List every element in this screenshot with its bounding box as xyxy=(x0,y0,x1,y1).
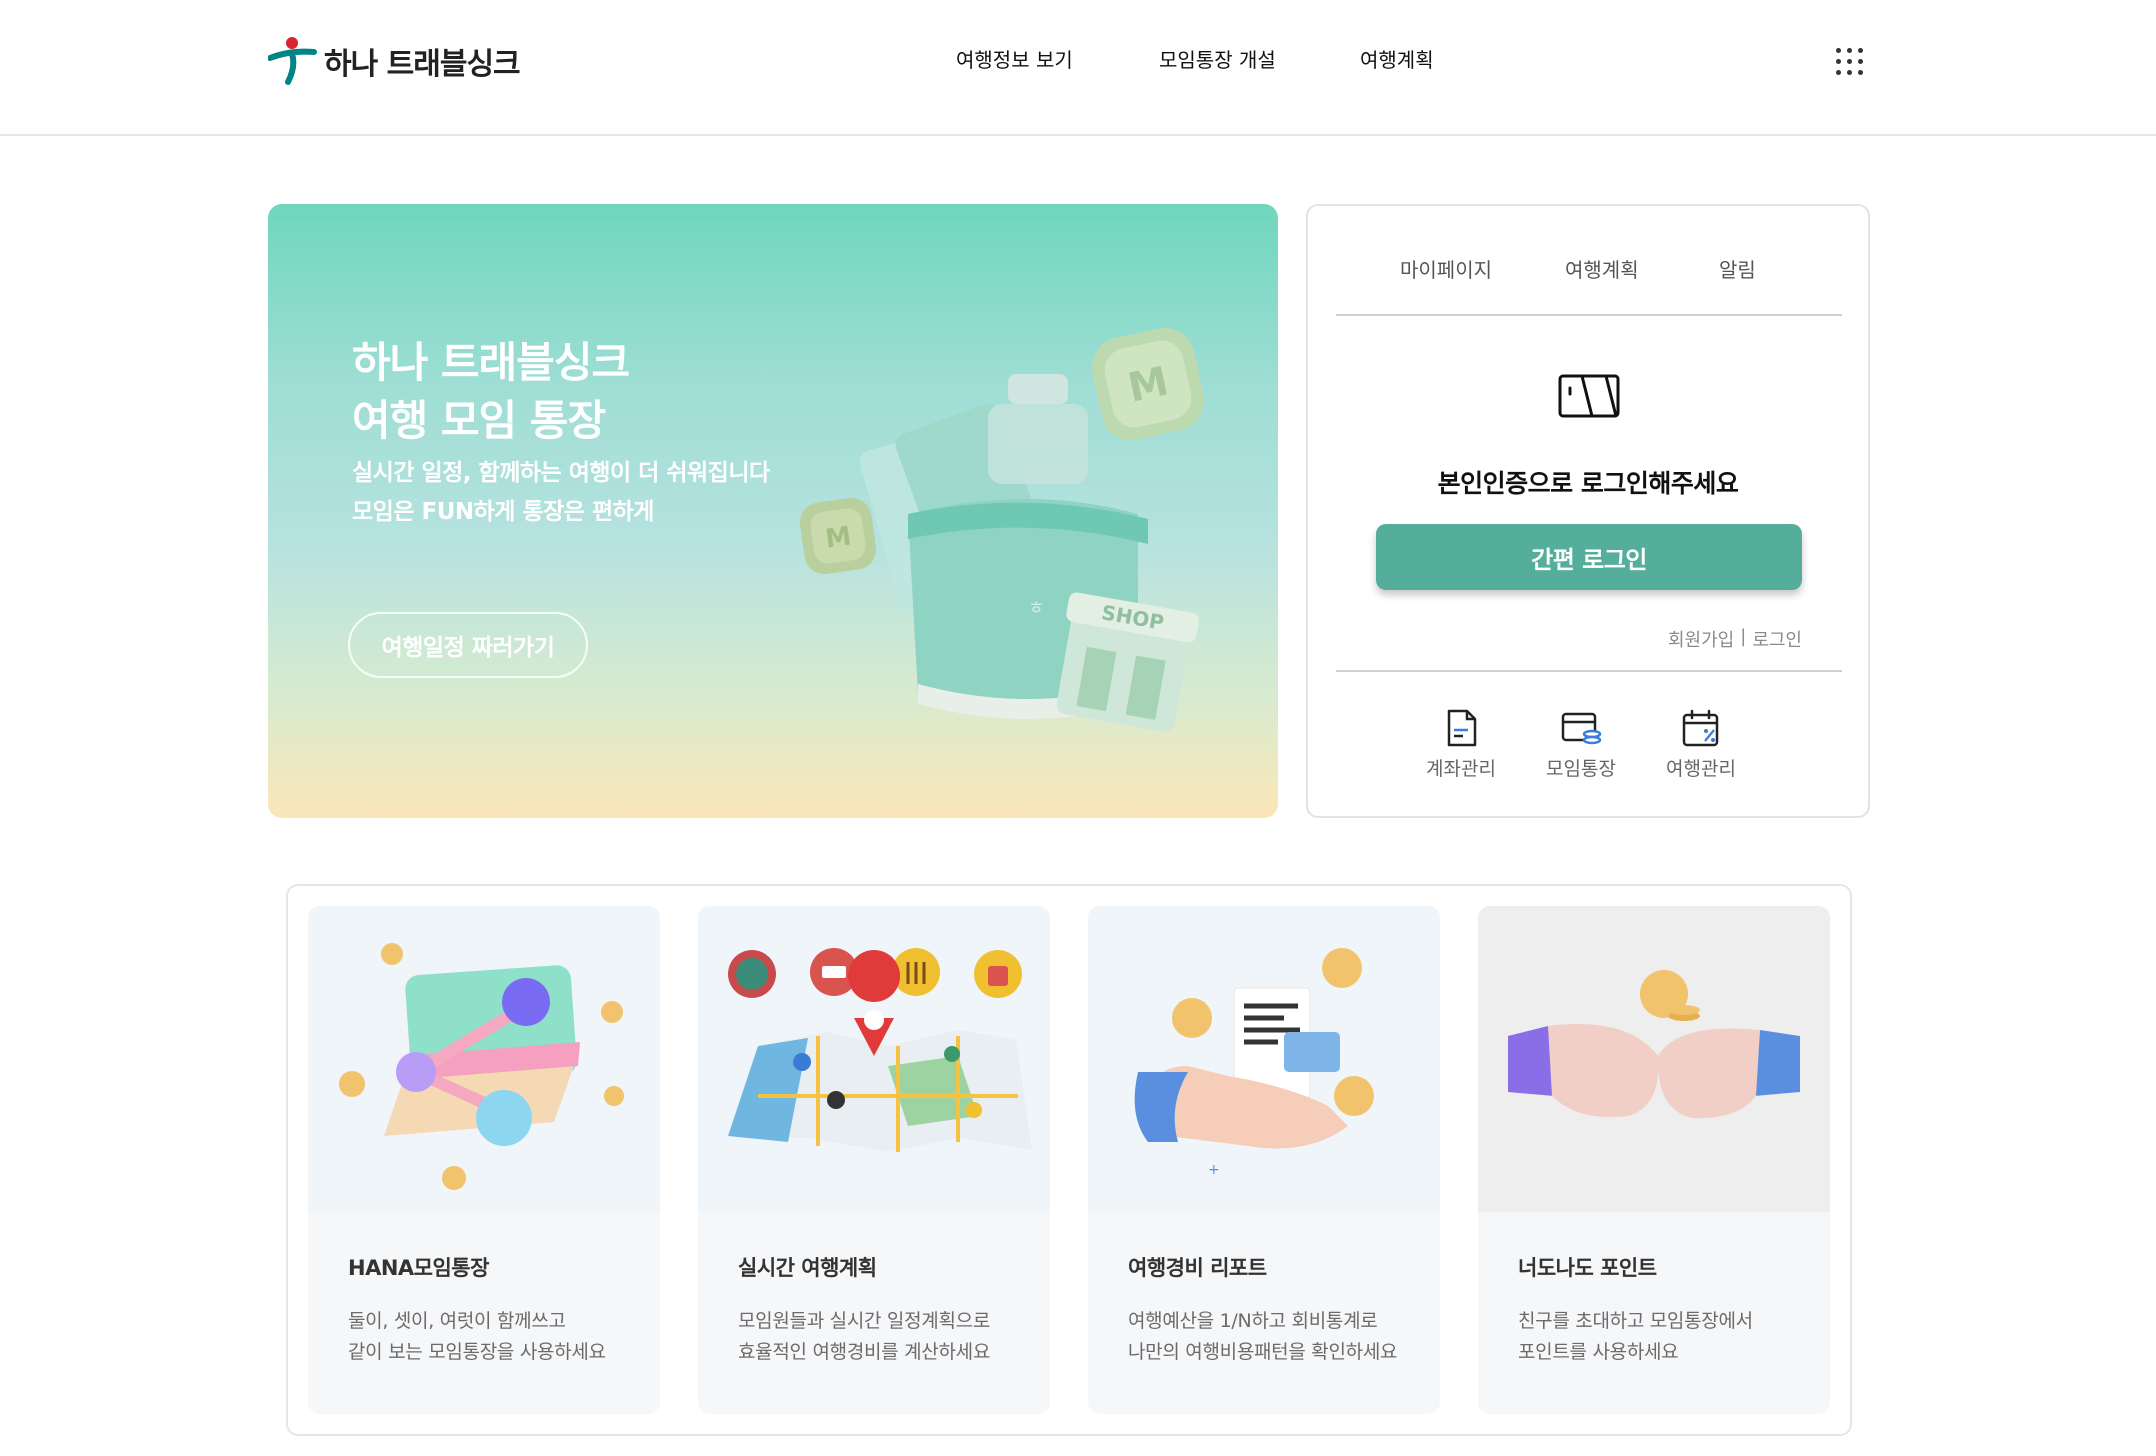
login-panel: 마이페이지 여행계획 알림 본인인증으로 로그인해주세요 간편 로그인 회원가입… xyxy=(1306,204,1870,818)
quick-label-account: 계좌관리 xyxy=(1426,758,1496,780)
nav-open-account[interactable]: 모임통장 개설 xyxy=(1159,44,1276,73)
card-description: 여행예산을 1/N하고 회비통계로 나만의 여행비용패턴을 확인하세요 xyxy=(1128,1306,1397,1368)
login-link[interactable]: 로그인 xyxy=(1752,626,1802,652)
card-desc-line1: 친구를 초대하고 모임통장에서 xyxy=(1518,1310,1753,1332)
quick-group-account[interactable]: 모임통장 xyxy=(1536,708,1626,781)
card-description: 친구를 초대하고 모임통장에서 포인트를 사용하세요 xyxy=(1518,1306,1753,1368)
hero-banner: 하나 트래블싱크 여행 모임 통장 실시간 일정, 함께하는 여행이 더 쉬워집… xyxy=(268,204,1278,818)
card-title: 여행경비 리포트 xyxy=(1128,1256,1267,1280)
account-links: 회원가입 | 로그인 xyxy=(1668,626,1802,652)
card-desc-line1: 여행예산을 1/N하고 회비통계로 xyxy=(1128,1310,1378,1332)
card-nodes-icon xyxy=(339,943,624,1190)
hero-subtitle-line2: 모임은 FUN하게 통장은 편하게 xyxy=(352,499,654,525)
svg-text:+: + xyxy=(1208,1162,1220,1178)
card-points[interactable]: 너도나도 포인트 친구를 초대하고 모임통장에서 포인트를 사용하세요 xyxy=(1478,906,1830,1414)
hero-title: 하나 트래블싱크 여행 모임 통장 xyxy=(352,334,630,450)
card-expense-report[interactable]: + 여행경비 리포트 여행예산을 1/N하고 회비통계로 나만의 여행비용패턴을… xyxy=(1088,906,1440,1414)
all-menu-icon[interactable] xyxy=(1836,48,1864,76)
quick-label-group: 모임통장 xyxy=(1546,758,1616,780)
nav-travel-info[interactable]: 여행정보 보기 xyxy=(956,44,1073,73)
card-desc-line2: 같이 보는 모임통장을 사용하세요 xyxy=(348,1341,606,1363)
signup-link[interactable]: 회원가입 xyxy=(1668,626,1734,652)
card-desc-line1: 모임원들과 실시간 일정계획으로 xyxy=(738,1310,991,1332)
link-separator: | xyxy=(1740,626,1747,647)
card-desc-line2: 효율적인 여행경비를 계산하세요 xyxy=(738,1341,991,1363)
auth-message: 본인인증으로 로그인해주세요 xyxy=(1437,469,1739,498)
panel-tabs: 마이페이지 여행계획 알림 xyxy=(1336,242,1842,316)
top-header: 하나 트래블싱크 여행정보 보기 모임통장 개설 여행계획 xyxy=(0,0,2156,136)
card-image xyxy=(1478,906,1830,1212)
art-coin-letter-small: M xyxy=(823,521,853,554)
quick-account-manage[interactable]: 계좌관리 xyxy=(1416,708,1506,781)
card-image: + xyxy=(1088,906,1440,1212)
feature-cards: HANA모임통장 둘이, 셋이, 여럿이 함께쓰고 같이 보는 모임통장을 사용… xyxy=(286,884,1852,1436)
card-image xyxy=(698,906,1050,1212)
tab-travel-plan[interactable]: 여행계획 xyxy=(1565,254,1639,283)
easy-login-button[interactable]: 간편 로그인 xyxy=(1376,524,1802,590)
card-desc-line2: 포인트를 사용하세요 xyxy=(1518,1341,1679,1363)
panel-divider xyxy=(1336,670,1842,672)
card-description: 모임원들과 실시간 일정계획으로 효율적인 여행경비를 계산하세요 xyxy=(738,1306,990,1368)
card-desc-line1: 둘이, 셋이, 여럿이 함께쓰고 xyxy=(348,1310,566,1332)
card-title: HANA모임통장 xyxy=(348,1256,489,1280)
card-hana-group-account[interactable]: HANA모임통장 둘이, 셋이, 여럿이 함께쓰고 같이 보는 모임통장을 사용… xyxy=(308,906,660,1414)
quick-travel-manage[interactable]: 여행관리 xyxy=(1656,708,1746,781)
plan-trip-button[interactable]: 여행일정 짜러가기 xyxy=(348,612,588,678)
card-desc-line2: 나만의 여행비용패턴을 확인하세요 xyxy=(1128,1341,1398,1363)
card-title: 실시간 여행계획 xyxy=(738,1256,877,1280)
hero-title-line1: 하나 트래블싱크 xyxy=(352,338,630,387)
nav-travel-plan[interactable]: 여행계획 xyxy=(1360,44,1434,73)
map-pins-icon xyxy=(728,948,1032,1152)
id-card-icon xyxy=(1558,374,1620,418)
svg-text:ㅎ: ㅎ xyxy=(1028,598,1045,619)
card-realtime-plan[interactable]: 실시간 여행계획 모임원들과 실시간 일정계획으로 효율적인 여행경비를 계산하… xyxy=(698,906,1050,1414)
hand-receipt-icon: + xyxy=(1134,948,1374,1178)
document-icon xyxy=(1447,709,1477,747)
tab-mypage[interactable]: 마이페이지 xyxy=(1400,254,1492,283)
calendar-percent-icon xyxy=(1682,709,1719,747)
hero-title-line2: 여행 모임 통장 xyxy=(352,396,606,445)
tab-notifications[interactable]: 알림 xyxy=(1719,254,1756,283)
card-title: 너도나도 포인트 xyxy=(1518,1256,1657,1280)
card-description: 둘이, 셋이, 여럿이 함께쓰고 같이 보는 모임통장을 사용하세요 xyxy=(348,1306,606,1368)
hero-subtitle: 실시간 일정, 함께하는 여행이 더 쉬워집니다 모임은 FUN하게 통장은 편… xyxy=(352,454,770,532)
quick-label-travel: 여행관리 xyxy=(1666,758,1736,780)
wallet-illustration-icon: M M ㅎ SHOP xyxy=(799,327,1205,732)
hero-subtitle-line1: 실시간 일정, 함께하는 여행이 더 쉬워집니다 xyxy=(352,460,770,486)
main-nav: 여행정보 보기 모임통장 개설 여행계획 xyxy=(0,44,2156,74)
fist-bump-icon xyxy=(1508,970,1800,1119)
card-coins-icon xyxy=(1561,712,1602,745)
card-image xyxy=(308,906,660,1212)
